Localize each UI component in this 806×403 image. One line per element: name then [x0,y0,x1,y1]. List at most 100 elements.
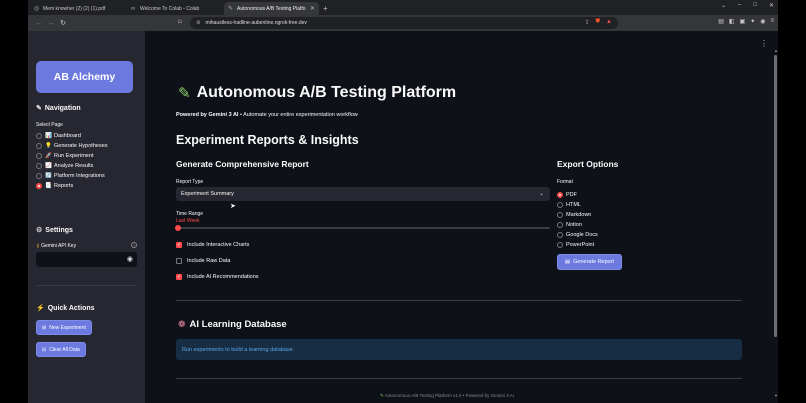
toolbar-right-icons: ▤ ◧ ▣ ✦ ◉ ≡ [718,18,774,25]
vpn-icon[interactable]: ◉ [760,18,765,25]
page-option-label: Platform Integrations [54,173,105,179]
address-bar-actions: ⇪ ⛊ ▲ [585,19,613,26]
radio-button-selected[interactable] [36,183,42,189]
address-bar[interactable]: ⚙ mihaustless-hadline-aubentine.ngrok-fr… [190,17,618,29]
page-option-dashboard[interactable]: 📊 Dashboard [36,131,108,141]
subtitle-rest: • Automate your entire experimentation w… [238,112,358,118]
browser-tab-platform[interactable]: ✎ Autonomous A/B Testing Platfo ✕ [224,2,319,15]
browser-tab-colab[interactable]: ∞ Welcome To Colab - Colab [127,2,222,15]
radio-button[interactable] [36,133,42,139]
checkbox-checked[interactable]: ✓ [176,242,182,248]
reader-mode-icon[interactable]: ▤ [718,18,724,25]
radio-button[interactable] [36,163,42,169]
checkbox-label: Include Raw Data [187,258,231,264]
format-option-html[interactable]: HTML [557,200,598,210]
page-option-generate-hypotheses[interactable]: 💡 Generate Hypotheses [36,141,108,151]
reload-icon[interactable]: ↻ [57,19,69,27]
format-option-notion[interactable]: Notion [557,220,598,230]
maximize-icon[interactable]: □ [753,2,757,9]
brave-shield-icon[interactable]: ⛊ [596,19,601,26]
globe-icon: ◎ [34,5,40,12]
format-option-pdf[interactable]: PDF [557,190,598,200]
menu-icon[interactable]: ≡ [770,18,774,25]
settings-heading-text: Settings [45,226,73,234]
brain-icon: ❁ [178,319,186,329]
include-charts-checkbox[interactable]: ✓ Include Interactive Charts [176,242,249,248]
minimize-icon[interactable]: – [738,2,741,9]
settings-heading: ⚙ Settings [36,226,73,235]
radio-button[interactable] [557,232,563,238]
format-option-label: Notion [566,222,582,228]
rocket-icon: 🚀 [45,153,52,159]
page-option-label: Analyze Results [54,163,94,169]
page-option-reports[interactable]: 📑 Reports [36,181,108,191]
checkbox-unchecked[interactable] [176,258,182,264]
api-key-input[interactable]: ◉ [36,252,137,267]
radio-button[interactable] [36,143,42,149]
brave-rewards-icon[interactable]: ▲ [606,19,612,26]
footer-text: Autonomous A/B Testing Platform v1.0 • P… [384,393,514,398]
browser-tab-pdf[interactable]: ◎ Mem knowher (2) (2) (1).pdf [30,2,125,15]
main-content: ⋮ ▲ ▼ ✎ Autonomous A/B Testing Platform … [145,31,778,403]
radio-button[interactable] [557,242,563,248]
radio-button[interactable] [36,173,42,179]
checkbox-checked[interactable]: ✓ [176,274,182,280]
radio-button-selected[interactable] [557,192,563,198]
subtitle-bold: Powered by Gemini 3 AI [176,112,239,118]
page-option-run-experiment[interactable]: 🚀 Run Experiment [36,151,108,161]
radio-button[interactable] [557,222,563,228]
wallet-icon[interactable]: ▣ [740,18,746,25]
radio-button[interactable] [36,153,42,159]
time-range-slider-thumb[interactable] [175,225,181,231]
tab-title: Mem knowher (2) (2) (1).pdf [43,5,106,12]
bookmark-icon[interactable]: ⌑ [178,18,182,26]
page-option-label: Generate Hypotheses [54,143,108,149]
time-range-slider-track[interactable] [176,227,550,229]
kebab-menu-icon[interactable]: ⋮ [760,39,768,48]
plus-icon: ⊞ [42,324,47,331]
tab-strip: ◎ Mem knowher (2) (2) (1).pdf ∞ Welcome … [28,0,778,15]
time-range-value: Last Week [176,218,200,224]
site-info-icon[interactable]: ⚙ [196,20,200,26]
page-option-platform-integrations[interactable]: 🔄 Platform Integrations [36,171,108,181]
help-icon[interactable]: ? [131,242,137,248]
tab-title: Welcome To Colab - Colab [140,5,200,12]
extensions-icon[interactable]: ✦ [750,18,755,25]
chevron-down-icon[interactable]: ⌄ [721,2,726,9]
format-option-label: PDF [566,192,577,198]
report-type-select[interactable]: Experiment Summary ⌄ [176,187,550,201]
db-heading: AI Learning Database [189,319,287,330]
format-option-google-docs[interactable]: Google Docs [557,230,598,240]
key-icon: ⚷ [36,243,40,249]
scroll-down-icon[interactable]: ▼ [774,393,778,398]
generate-report-button[interactable]: ▤ Generate Report [557,254,622,270]
checkbox-label: Include Interactive Charts [187,242,250,248]
time-range-label: Time Range [176,211,204,217]
scroll-up-icon[interactable]: ▲ [774,48,778,53]
radio-button[interactable] [557,202,563,208]
page-option-label: Reports [54,183,74,189]
sidebar-toggle-icon[interactable]: ◧ [729,18,735,25]
include-raw-data-checkbox[interactable]: Include Raw Data [176,258,230,264]
page-option-analyze-results[interactable]: 📈 Analyze Results [36,161,108,171]
eye-icon[interactable]: ◉ [127,255,133,263]
sync-icon: 🔄 [45,173,52,179]
share-icon[interactable]: ⇪ [585,19,590,26]
colab-icon: ∞ [131,5,136,12]
format-radio-group: PDF HTML Markdown Notion Google Docs Pow… [557,190,598,250]
radio-button[interactable] [557,212,563,218]
format-option-powerpoint[interactable]: PowerPoint [557,240,598,250]
new-tab-icon[interactable]: + [323,2,328,15]
clear-data-button[interactable]: ⊟ Clear All Data [36,342,86,357]
left-letterbox [0,0,28,403]
close-tab-icon[interactable]: ✕ [310,5,315,12]
format-option-label: Markdown [566,212,592,218]
scrollbar[interactable] [774,55,777,337]
format-option-markdown[interactable]: Markdown [557,210,598,220]
report-heading: Generate Comprehensive Report [176,159,309,169]
new-experiment-button[interactable]: ⊞ New Experiment [36,320,92,335]
close-window-icon[interactable]: ✕ [769,2,774,9]
back-icon[interactable]: ← [33,20,45,27]
forward-icon[interactable]: → [45,20,57,27]
include-ai-recommendations-checkbox[interactable]: ✓ Include AI Recommendations [176,274,259,280]
